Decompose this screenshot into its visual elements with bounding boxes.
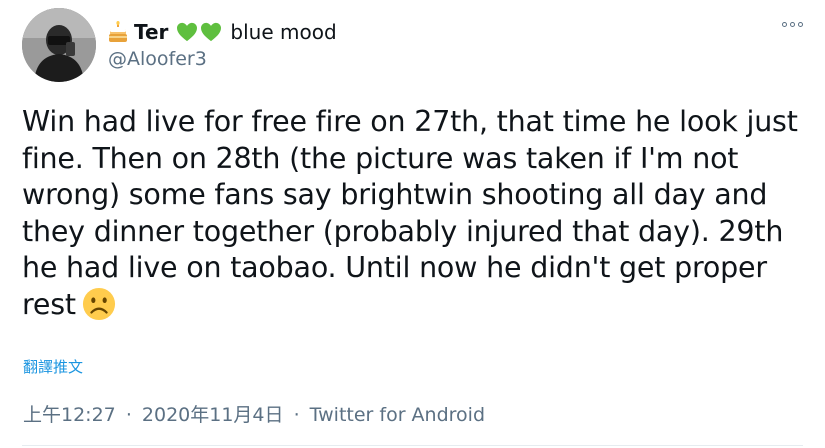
translate-tweet-link[interactable]: 翻譯推文 [23, 356, 83, 377]
sad-face-icon [82, 287, 116, 331]
green-heart-icons [176, 22, 224, 42]
green-heart-icon [177, 22, 198, 42]
tweet-text: Win had live for free fire on 27th, that… [22, 105, 798, 321]
tweet-meta: 上午12:27 · 2020年11月4日 · Twitter for Andro… [23, 400, 485, 427]
author-name-row[interactable]: Ter blue mood [108, 18, 337, 46]
meta-separator: · [293, 404, 300, 426]
display-name-suffix: blue mood [230, 20, 337, 44]
tweet-date[interactable]: 2020年11月4日 [142, 404, 284, 426]
avatar[interactable] [22, 8, 96, 82]
display-name-prefix: Ter [134, 20, 169, 44]
author-handle[interactable]: @Aloofer3 [108, 48, 207, 70]
green-heart-icon [201, 22, 222, 42]
tweet-time[interactable]: 上午12:27 [23, 404, 116, 426]
birthday-cake-icon [108, 21, 128, 43]
divider [22, 445, 803, 446]
more-options-icon[interactable] [782, 22, 803, 27]
meta-separator: · [125, 404, 132, 426]
tweet-card: Ter blue mood @Aloofer3 Win had live for… [0, 0, 825, 448]
tweet-text-container: Win had live for free fire on 27th, that… [22, 104, 812, 331]
tweet-source[interactable]: Twitter for Android [310, 404, 485, 426]
